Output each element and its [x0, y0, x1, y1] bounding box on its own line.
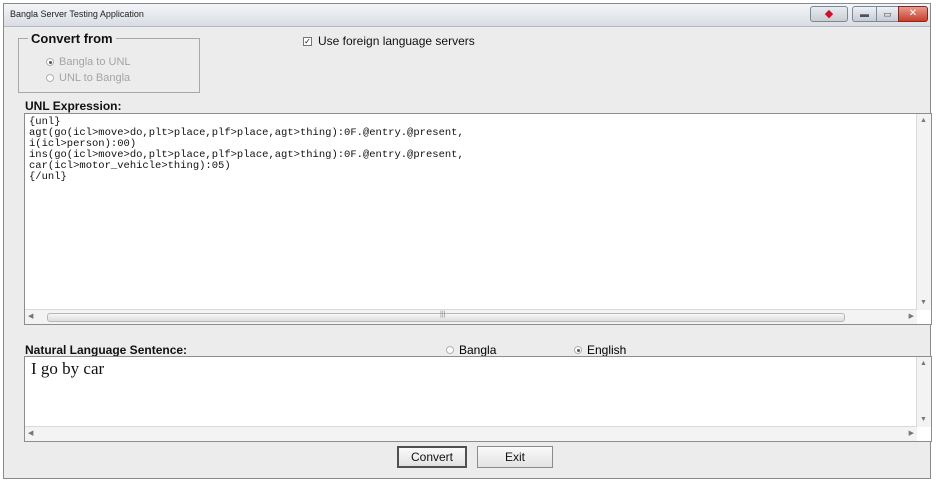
scroll-up-icon[interactable]: ▲ [920, 359, 927, 369]
radio-unl-to-bangla-label: UNL to Bangla [59, 72, 131, 84]
nl-vertical-scrollbar[interactable]: ▲ ▼ [916, 357, 931, 427]
radio-bangla-to-unl[interactable]: Bangla to UNL [46, 56, 131, 68]
red-diamond-icon: ◆ [824, 8, 834, 20]
unl-expression-text[interactable]: {unl} agt(go(icl>move>do,plt>place,plf>p… [29, 117, 464, 183]
convert-button[interactable]: Convert [397, 446, 467, 468]
radio-bangla-to-unl-indicator[interactable] [46, 58, 54, 66]
maximize-icon: ▭ [883, 9, 892, 19]
convert-from-title: Convert from [28, 31, 116, 46]
natural-language-label: Natural Language Sentence: [25, 343, 188, 357]
scroll-left-icon[interactable]: ◀ [28, 312, 33, 322]
close-button[interactable]: ✕ [898, 6, 928, 22]
radio-unl-to-bangla-indicator[interactable] [46, 74, 54, 82]
unl-vertical-scrollbar[interactable]: ▲ ▼ [916, 114, 931, 310]
grip-icon: ||| [440, 311, 446, 318]
scroll-down-icon[interactable]: ▼ [920, 415, 927, 425]
radio-english[interactable]: English [574, 343, 626, 357]
window-title: Bangla Server Testing Application [10, 9, 144, 19]
radio-bangla[interactable]: Bangla [446, 343, 496, 357]
scroll-right-icon[interactable]: ▶ [909, 429, 914, 439]
nl-horizontal-scrollbar[interactable]: ◀ ▶ [25, 426, 917, 441]
foreign-servers-checkbox[interactable]: ✓ Use foreign language servers [303, 34, 475, 48]
checkbox-check-icon[interactable]: ✓ [303, 36, 312, 46]
radio-english-label: English [587, 343, 627, 357]
title-bar[interactable]: Bangla Server Testing Application ◆ ▬ ▭ … [4, 4, 930, 27]
exit-button[interactable]: Exit [477, 446, 553, 468]
minimize-button[interactable]: ▬ [852, 6, 876, 22]
radio-english-indicator[interactable] [574, 346, 582, 354]
scroll-left-icon[interactable]: ◀ [28, 429, 33, 439]
scroll-up-icon[interactable]: ▲ [920, 116, 927, 126]
radio-bangla-label: Bangla [459, 343, 497, 357]
scroll-down-icon[interactable]: ▼ [920, 298, 927, 308]
unl-expression-label: UNL Expression: [25, 99, 122, 113]
close-icon: ✕ [908, 8, 918, 19]
maximize-button[interactable]: ▭ [876, 6, 898, 22]
natural-language-textarea[interactable]: I go by car ▲ ▼ ◀ ▶ [24, 356, 932, 442]
radio-bangla-to-unl-label: Bangla to UNL [59, 56, 131, 68]
extra-titlebar-button[interactable]: ◆ [810, 6, 848, 22]
scroll-right-icon[interactable]: ▶ [909, 312, 914, 322]
unl-expression-textarea[interactable]: {unl} agt(go(icl>move>do,plt>place,plf>p… [24, 113, 932, 325]
natural-language-text[interactable]: I go by car [31, 359, 104, 379]
radio-bangla-indicator[interactable] [446, 346, 454, 354]
minimize-icon: ▬ [860, 9, 869, 19]
foreign-servers-label: Use foreign language servers [318, 34, 475, 48]
radio-unl-to-bangla[interactable]: UNL to Bangla [46, 72, 130, 84]
horizontal-scroll-thumb[interactable]: ||| [47, 311, 845, 322]
unl-horizontal-scrollbar[interactable]: ◀ ||| ▶ [25, 309, 917, 324]
